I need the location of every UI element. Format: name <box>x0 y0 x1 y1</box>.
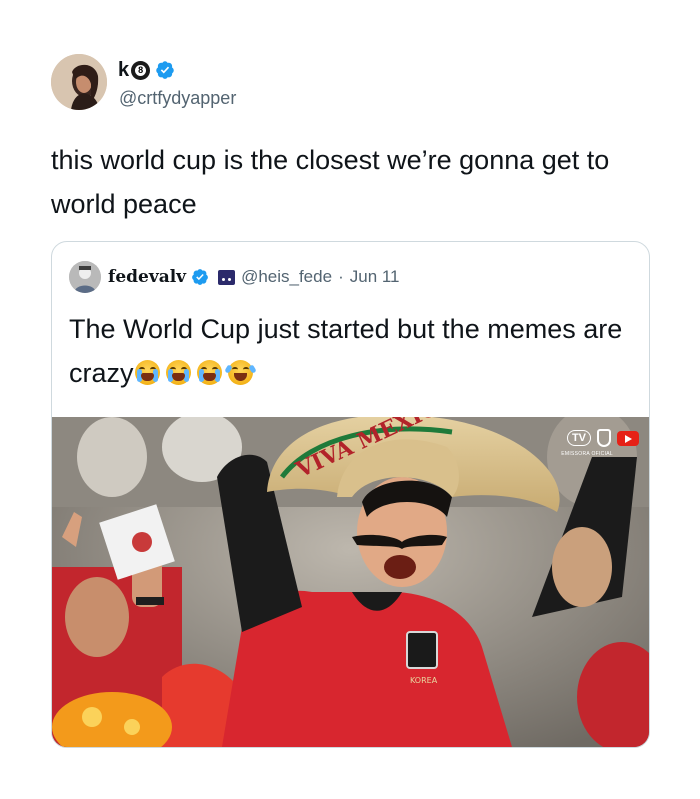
quoted-text: The World Cup just started but the memes… <box>69 307 629 395</box>
loudly-crying-face-icon <box>134 360 160 385</box>
quoted-avatar[interactable] <box>69 261 101 293</box>
broadcaster-sub-label: EMISSORA OFICIAL <box>561 451 613 457</box>
loudly-crying-face-icon <box>165 360 191 385</box>
quoted-date[interactable]: Jun 11 <box>350 267 400 287</box>
author-name-row: k 8 <box>118 58 175 82</box>
face-with-tears-of-joy-icon <box>223 360 257 385</box>
quoted-display-name[interactable]: fedevalv <box>108 267 186 287</box>
separator-dot: · <box>338 267 344 286</box>
tweet-text: this world cup is the closest we’re gonn… <box>51 145 610 219</box>
quoted-tweet-header: fedevalv @heis_fede · Jun 11 <box>69 260 400 294</box>
display-name[interactable]: k <box>118 59 129 82</box>
quoted-profile-photo <box>69 261 101 293</box>
verified-badge-icon <box>192 269 208 285</box>
eight-ball-number: 8 <box>135 64 147 76</box>
quoted-handle[interactable]: @heis_fede <box>241 267 332 287</box>
verified-badge-icon <box>156 61 174 79</box>
broadcaster-logo: TV <box>566 429 639 447</box>
broadcaster-tv-label: TV <box>566 430 591 446</box>
loudly-crying-face-icon <box>196 360 222 385</box>
eight-ball-icon: 8 <box>131 60 151 80</box>
author-handle[interactable]: @crtfydyapper <box>119 88 236 109</box>
affiliate-badge-icon <box>218 269 236 285</box>
tweet-card: k 8 @crtfydyapper this world cup is the … <box>0 0 700 799</box>
emoji-row <box>134 360 259 385</box>
photo-illustration: KOREA VIVA MEXICO <box>52 417 649 747</box>
shield-icon <box>597 429 611 447</box>
avatar[interactable] <box>51 54 107 110</box>
youtube-icon <box>617 430 639 446</box>
profile-photo <box>51 54 107 110</box>
football-fans-photo[interactable]: KOREA VIVA MEXICO TV <box>52 417 649 747</box>
quoted-tweet[interactable]: fedevalv @heis_fede · Jun 11 The World C… <box>51 241 650 748</box>
svg-text:KOREA: KOREA <box>410 676 438 685</box>
